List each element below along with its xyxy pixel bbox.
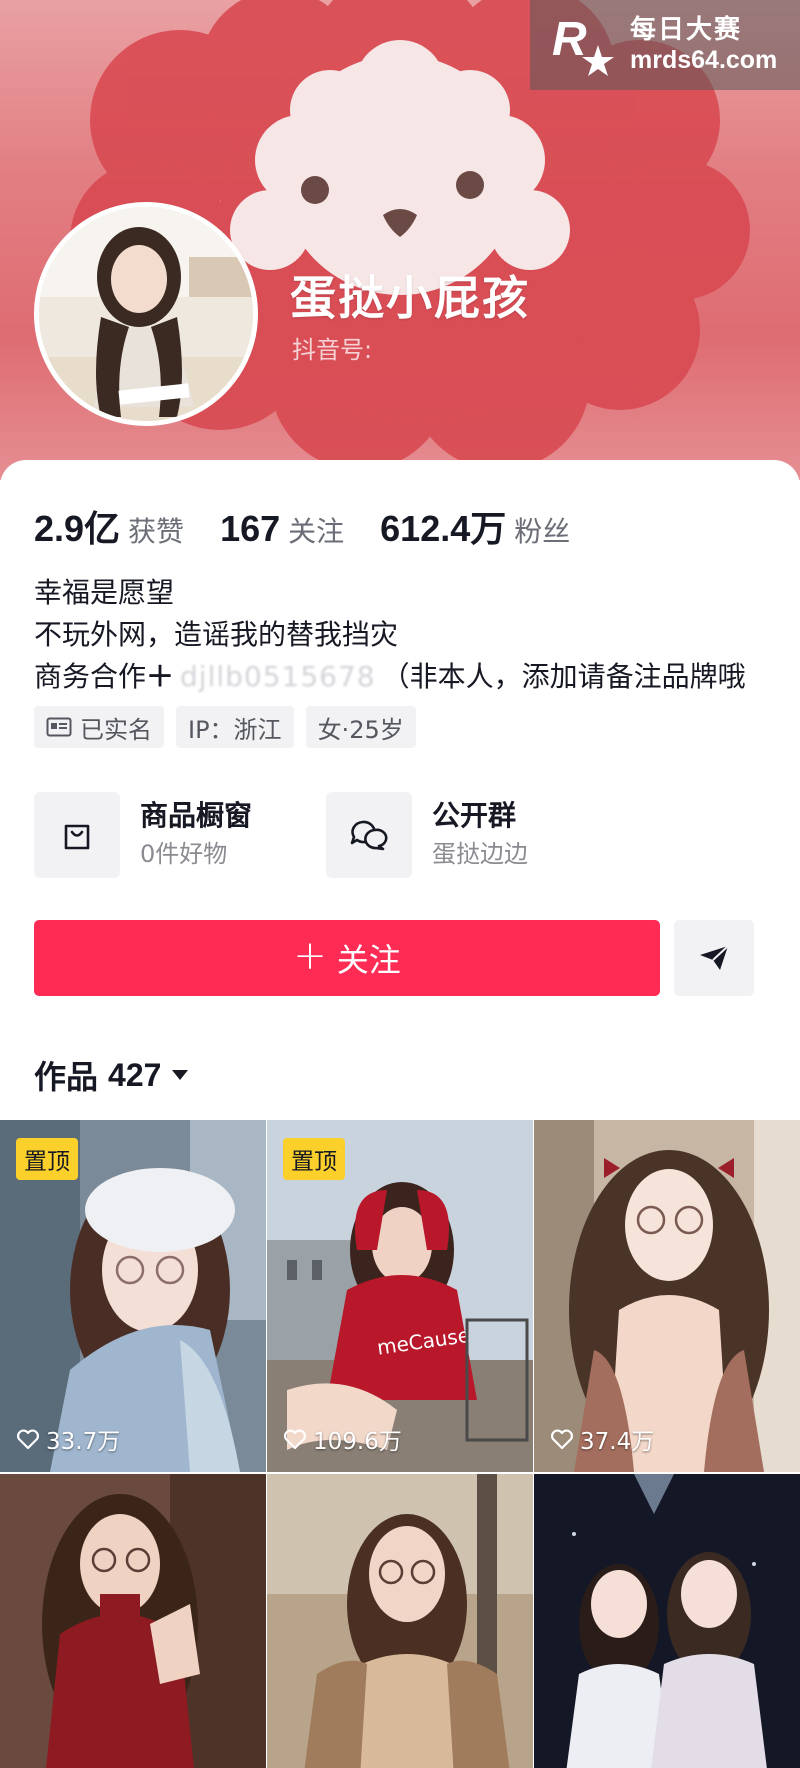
follow-button-label: 关注: [336, 941, 401, 979]
heart-icon: [551, 1429, 573, 1450]
profile-nickname: 蛋挞小屁孩: [290, 271, 530, 325]
douyin-id[interactable]: 抖音号:: [292, 330, 372, 365]
group-chat-icon: [350, 820, 388, 851]
stat-followers[interactable]: 612.4万 粉丝: [380, 500, 570, 552]
entry-shop-title: 商品橱窗: [140, 799, 253, 832]
shopping-bag-icon: [64, 824, 90, 850]
stat-likes: 2.9亿 获赞: [34, 500, 184, 552]
video-thumbnail[interactable]: 37.4万: [534, 1120, 800, 1472]
heart-icon: [17, 1429, 39, 1450]
video-thumbnail[interactable]: 置顶 33.7万: [0, 1120, 266, 1472]
tag-gender-age-label: 女·25岁: [317, 715, 404, 744]
thumbnail-image: [267, 1474, 533, 1768]
follow-button[interactable]: + 关注: [34, 920, 660, 996]
profile-stats: 2.9亿 获赞 167 关注 612.4万 粉丝: [34, 500, 606, 552]
stat-likes-label: 获赞: [128, 515, 185, 548]
like-count: 33.7万: [16, 1422, 120, 1456]
watermark: R 每日大赛 mrds64.com: [530, 0, 800, 90]
video-thumbnail[interactable]: [0, 1474, 266, 1768]
like-count: 37.4万: [550, 1422, 654, 1456]
works-tab[interactable]: 作品 427: [34, 1052, 189, 1098]
pinned-badge: 置顶: [16, 1138, 78, 1180]
entry-shop-subtitle: 0件好物: [140, 840, 228, 868]
like-count-value: 37.4万: [580, 1429, 655, 1455]
send-message-button[interactable]: [674, 920, 754, 996]
bio-line-1: 幸福是愿望: [34, 576, 175, 609]
stat-followers-label: 粉丝: [514, 515, 571, 548]
tag-verified-label: 已实名: [80, 715, 152, 744]
bio-note: （非本人，添加请备注品牌哦: [381, 660, 746, 693]
tag-gender-age: 女·25岁: [305, 706, 416, 748]
caret-down-icon: [172, 1070, 189, 1080]
plus-icon: +: [293, 933, 327, 979]
bio-masked-contact: djllb0515678: [180, 660, 376, 693]
video-thumbnail[interactable]: [267, 1474, 533, 1768]
profile-tags: 已实名 IP：浙江 女·25岁: [34, 706, 416, 748]
heart-icon: [284, 1429, 306, 1450]
id-card-icon: [46, 717, 72, 737]
bio-business-label: 商务合作: [34, 660, 147, 693]
profile-header-banner: R 每日大赛 mrds64.com 蛋挞小屁孩 抖音号:: [0, 0, 800, 480]
svg-text:R: R: [552, 13, 587, 66]
watermark-brand: 每日大赛: [630, 14, 743, 45]
entry-public-group[interactable]: 公开群 蛋挞边边: [326, 792, 618, 878]
bio-line-3: 商务合作＋ djllb0515678 （非本人，添加请备注品牌哦: [34, 656, 746, 698]
tag-ip-label: IP：浙江: [188, 715, 282, 744]
entry-shop-window[interactable]: 商品橱窗 0件好物: [34, 792, 326, 878]
profile-bio: 幸福是愿望 不玩外网，造谣我的替我挡灾 商务合作＋ djllb0515678 （非本…: [34, 572, 746, 698]
stat-likes-value: 2.9亿: [34, 508, 121, 549]
send-icon: [700, 945, 729, 970]
thumbnail-image: [0, 1474, 266, 1768]
works-count: 427: [108, 1056, 162, 1093]
like-count: 109.6万: [283, 1422, 402, 1456]
tag-ip: IP：浙江: [176, 706, 294, 748]
like-count-value: 33.7万: [46, 1429, 121, 1455]
avatar[interactable]: [34, 202, 258, 426]
tag-verified: 已实名: [34, 706, 164, 748]
profile-entries: 商品橱窗 0件好物 公开群 蛋挞边边: [34, 792, 618, 878]
thumbnail-image: [534, 1474, 800, 1768]
stat-following[interactable]: 167 关注: [220, 508, 344, 550]
video-thumbnail[interactable]: [534, 1474, 800, 1768]
watermark-url: mrds64.com: [630, 45, 778, 74]
bio-line-2: 不玩外网，造谣我的替我挡灾: [34, 618, 399, 651]
works-label: 作品: [34, 1058, 99, 1096]
brand-logo-icon: R: [552, 13, 614, 76]
entry-group-title: 公开群: [432, 799, 517, 832]
entry-group-subtitle: 蛋挞边边: [432, 840, 528, 868]
works-grid: 置顶 33.7万 meCause 置顶 109.6万 37.4万: [0, 1120, 800, 1768]
video-thumbnail[interactable]: meCause 置顶 109.6万: [267, 1120, 533, 1472]
like-count-value: 109.6万: [313, 1429, 402, 1455]
stat-following-value: 167: [220, 508, 281, 549]
plus-icon: ＋: [146, 660, 175, 693]
stat-following-label: 关注: [288, 515, 345, 548]
pinned-badge: 置顶: [283, 1138, 345, 1180]
thumbnail-image: [534, 1120, 800, 1472]
avatar-image: [39, 207, 253, 421]
stat-followers-value: 612.4万: [380, 508, 507, 549]
